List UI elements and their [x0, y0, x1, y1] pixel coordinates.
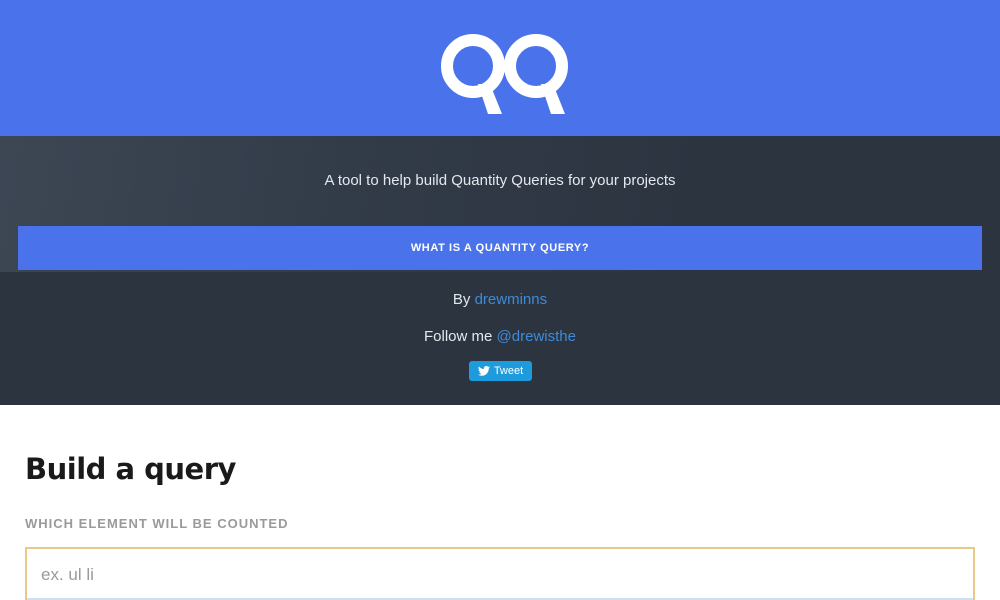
build-query-title: Build a query — [25, 452, 236, 486]
follow-prefix: Follow me — [424, 328, 493, 345]
author-link[interactable]: drewminns — [475, 291, 548, 308]
element-field-label: WHICH ELEMENT WILL BE COUNTED — [25, 516, 289, 531]
author-line: By drewminns — [0, 291, 1000, 308]
what-is-quantity-query-button[interactable]: WHAT IS A QUANTITY QUERY? — [18, 226, 982, 270]
author-prefix: By — [452, 291, 471, 308]
qq-logo-icon — [441, 34, 568, 114]
tweet-label: Tweet — [493, 365, 524, 377]
tagline: A tool to help build Quantity Queries fo… — [324, 172, 676, 189]
twitter-bird-icon — [477, 366, 490, 376]
tweet-button[interactable]: Tweet — [469, 361, 532, 381]
site-header — [0, 0, 1000, 136]
hero-section: A tool to help build Quantity Queries fo… — [0, 136, 1000, 405]
twitter-handle-link[interactable]: @drewisthe — [497, 328, 576, 345]
element-input[interactable] — [25, 547, 975, 600]
follow-line: Follow me @drewisthe — [0, 328, 1000, 345]
